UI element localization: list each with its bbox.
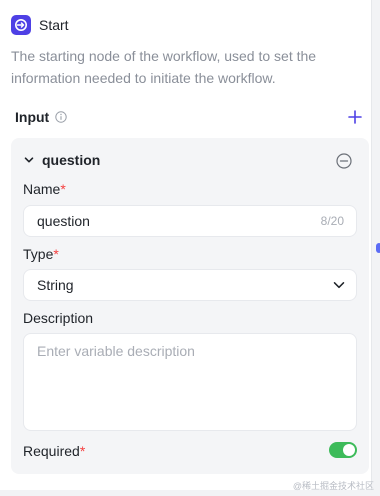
required-marker: * (79, 443, 86, 459)
description-textarea[interactable]: Enter variable description (23, 333, 357, 431)
description-placeholder: Enter variable description (37, 343, 195, 359)
required-field-label: Required* (23, 443, 85, 459)
plus-icon (348, 110, 362, 124)
node-description: The starting node of the workflow, used … (11, 48, 317, 86)
type-select-value: String (37, 277, 74, 293)
name-label-text: Name (23, 181, 61, 197)
info-icon[interactable] (55, 111, 67, 123)
node-header: Start (11, 13, 69, 37)
name-field-label: Name* (23, 181, 66, 197)
minus-circle-icon (336, 153, 352, 169)
chevron-down-icon[interactable] (24, 155, 34, 165)
required-toggle[interactable] (329, 442, 357, 458)
variable-header[interactable]: question (24, 150, 100, 170)
watermark: @稀土掘金技术社区 (292, 481, 374, 491)
name-char-count: 8/20 (320, 214, 344, 228)
input-variable-card: question Name* question 8/20 Type* Strin… (11, 138, 369, 474)
name-input-value[interactable]: question (37, 213, 90, 229)
name-input[interactable]: question 8/20 (23, 205, 357, 237)
start-node-panel: Start The starting node of the workflow,… (0, 0, 372, 490)
input-section-label: Input (15, 109, 50, 125)
required-marker: * (53, 246, 59, 262)
type-label-text: Type (23, 246, 54, 262)
required-label-text: Required (23, 443, 80, 459)
add-input-button[interactable] (345, 107, 365, 127)
node-title: Start (39, 17, 69, 33)
required-marker: * (60, 181, 66, 197)
description-field-label: Description (23, 310, 94, 326)
select-chevron-icon[interactable] (332, 278, 346, 292)
variable-name-heading: question (42, 152, 101, 168)
toggle-knob (343, 444, 355, 456)
type-field-label: Type* (23, 246, 59, 262)
node-output-handle[interactable] (376, 243, 380, 253)
start-node-icon (11, 15, 31, 35)
remove-variable-button[interactable] (335, 152, 353, 170)
input-section-header: Input (15, 106, 365, 128)
type-select[interactable]: String (23, 269, 357, 301)
